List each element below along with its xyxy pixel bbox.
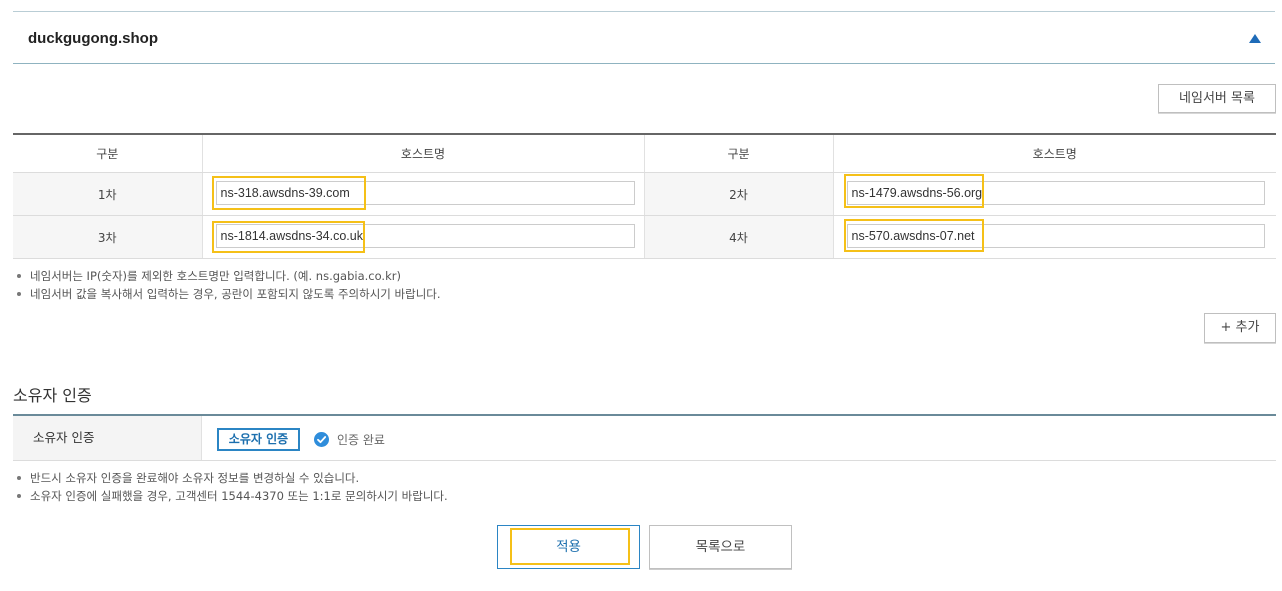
table-row: 3차 4차 [13,215,1276,259]
nameserver-list-button[interactable]: 네임서버 목록 [1158,84,1276,113]
ns1-input[interactable] [215,181,635,205]
owner-auth-row: 소유자 인증 소유자 인증 인증 완료 [13,414,1276,461]
ns2-input[interactable] [846,181,1265,205]
table-header-row: 구분 호스트명 구분 호스트명 [13,134,1276,173]
owner-auth-status: 인증 완료 [337,433,385,447]
table-row: 1차 2차 [13,172,1276,216]
ns-label-4: 4차 [644,215,834,259]
triangle-up-icon[interactable] [1249,34,1261,43]
ns-label-3: 3차 [13,215,203,259]
ns-cell-4 [833,215,1276,259]
owner-auth-notes: 반드시 소유자 인증을 완료해야 소유자 정보를 변경하실 수 있습니다. 소유… [13,469,448,505]
nameserver-notes: 네임서버는 IP(숫자)를 제외한 호스트명만 입력합니다. (예. ns.ga… [13,267,441,303]
note-item: 네임서버는 IP(숫자)를 제외한 호스트명만 입력합니다. (예. ns.ga… [13,267,441,285]
domain-header: duckgugong.shop [13,11,1275,64]
note-item: 소유자 인증에 실패했을 경우, 고객센터 1544-4370 또는 1:1로 … [13,487,448,505]
ns-cell-1 [202,172,645,216]
column-header-division: 구분 [644,134,834,173]
column-header-hostname: 호스트명 [202,134,645,173]
ns-cell-2 [833,172,1276,216]
ns-label-1: 1차 [13,172,203,216]
domain-name: duckgugong.shop [28,30,158,47]
ns-cell-3 [202,215,645,259]
note-item: 반드시 소유자 인증을 완료해야 소유자 정보를 변경하실 수 있습니다. [13,469,448,487]
owner-auth-button[interactable]: 소유자 인증 [217,428,300,451]
section-title-owner-auth: 소유자 인증 [13,386,92,405]
check-circle-icon [314,432,329,447]
ns-label-2: 2차 [644,172,834,216]
nameserver-table: 구분 호스트명 구분 호스트명 1차 2차 3차 4차 [13,133,1276,259]
note-item: 네임서버 값을 복사해서 입력하는 경우, 공란이 포함되지 않도록 주의하시기… [13,285,441,303]
add-nameserver-button[interactable]: + 추가 [1204,313,1276,343]
ns3-input[interactable] [215,224,635,248]
column-header-hostname: 호스트명 [833,134,1276,173]
column-header-division: 구분 [13,134,203,173]
apply-button[interactable]: 적용 [497,525,640,569]
owner-auth-label: 소유자 인증 [13,416,202,460]
ns4-input[interactable] [846,224,1265,248]
back-to-list-button[interactable]: 목록으로 [649,525,792,569]
